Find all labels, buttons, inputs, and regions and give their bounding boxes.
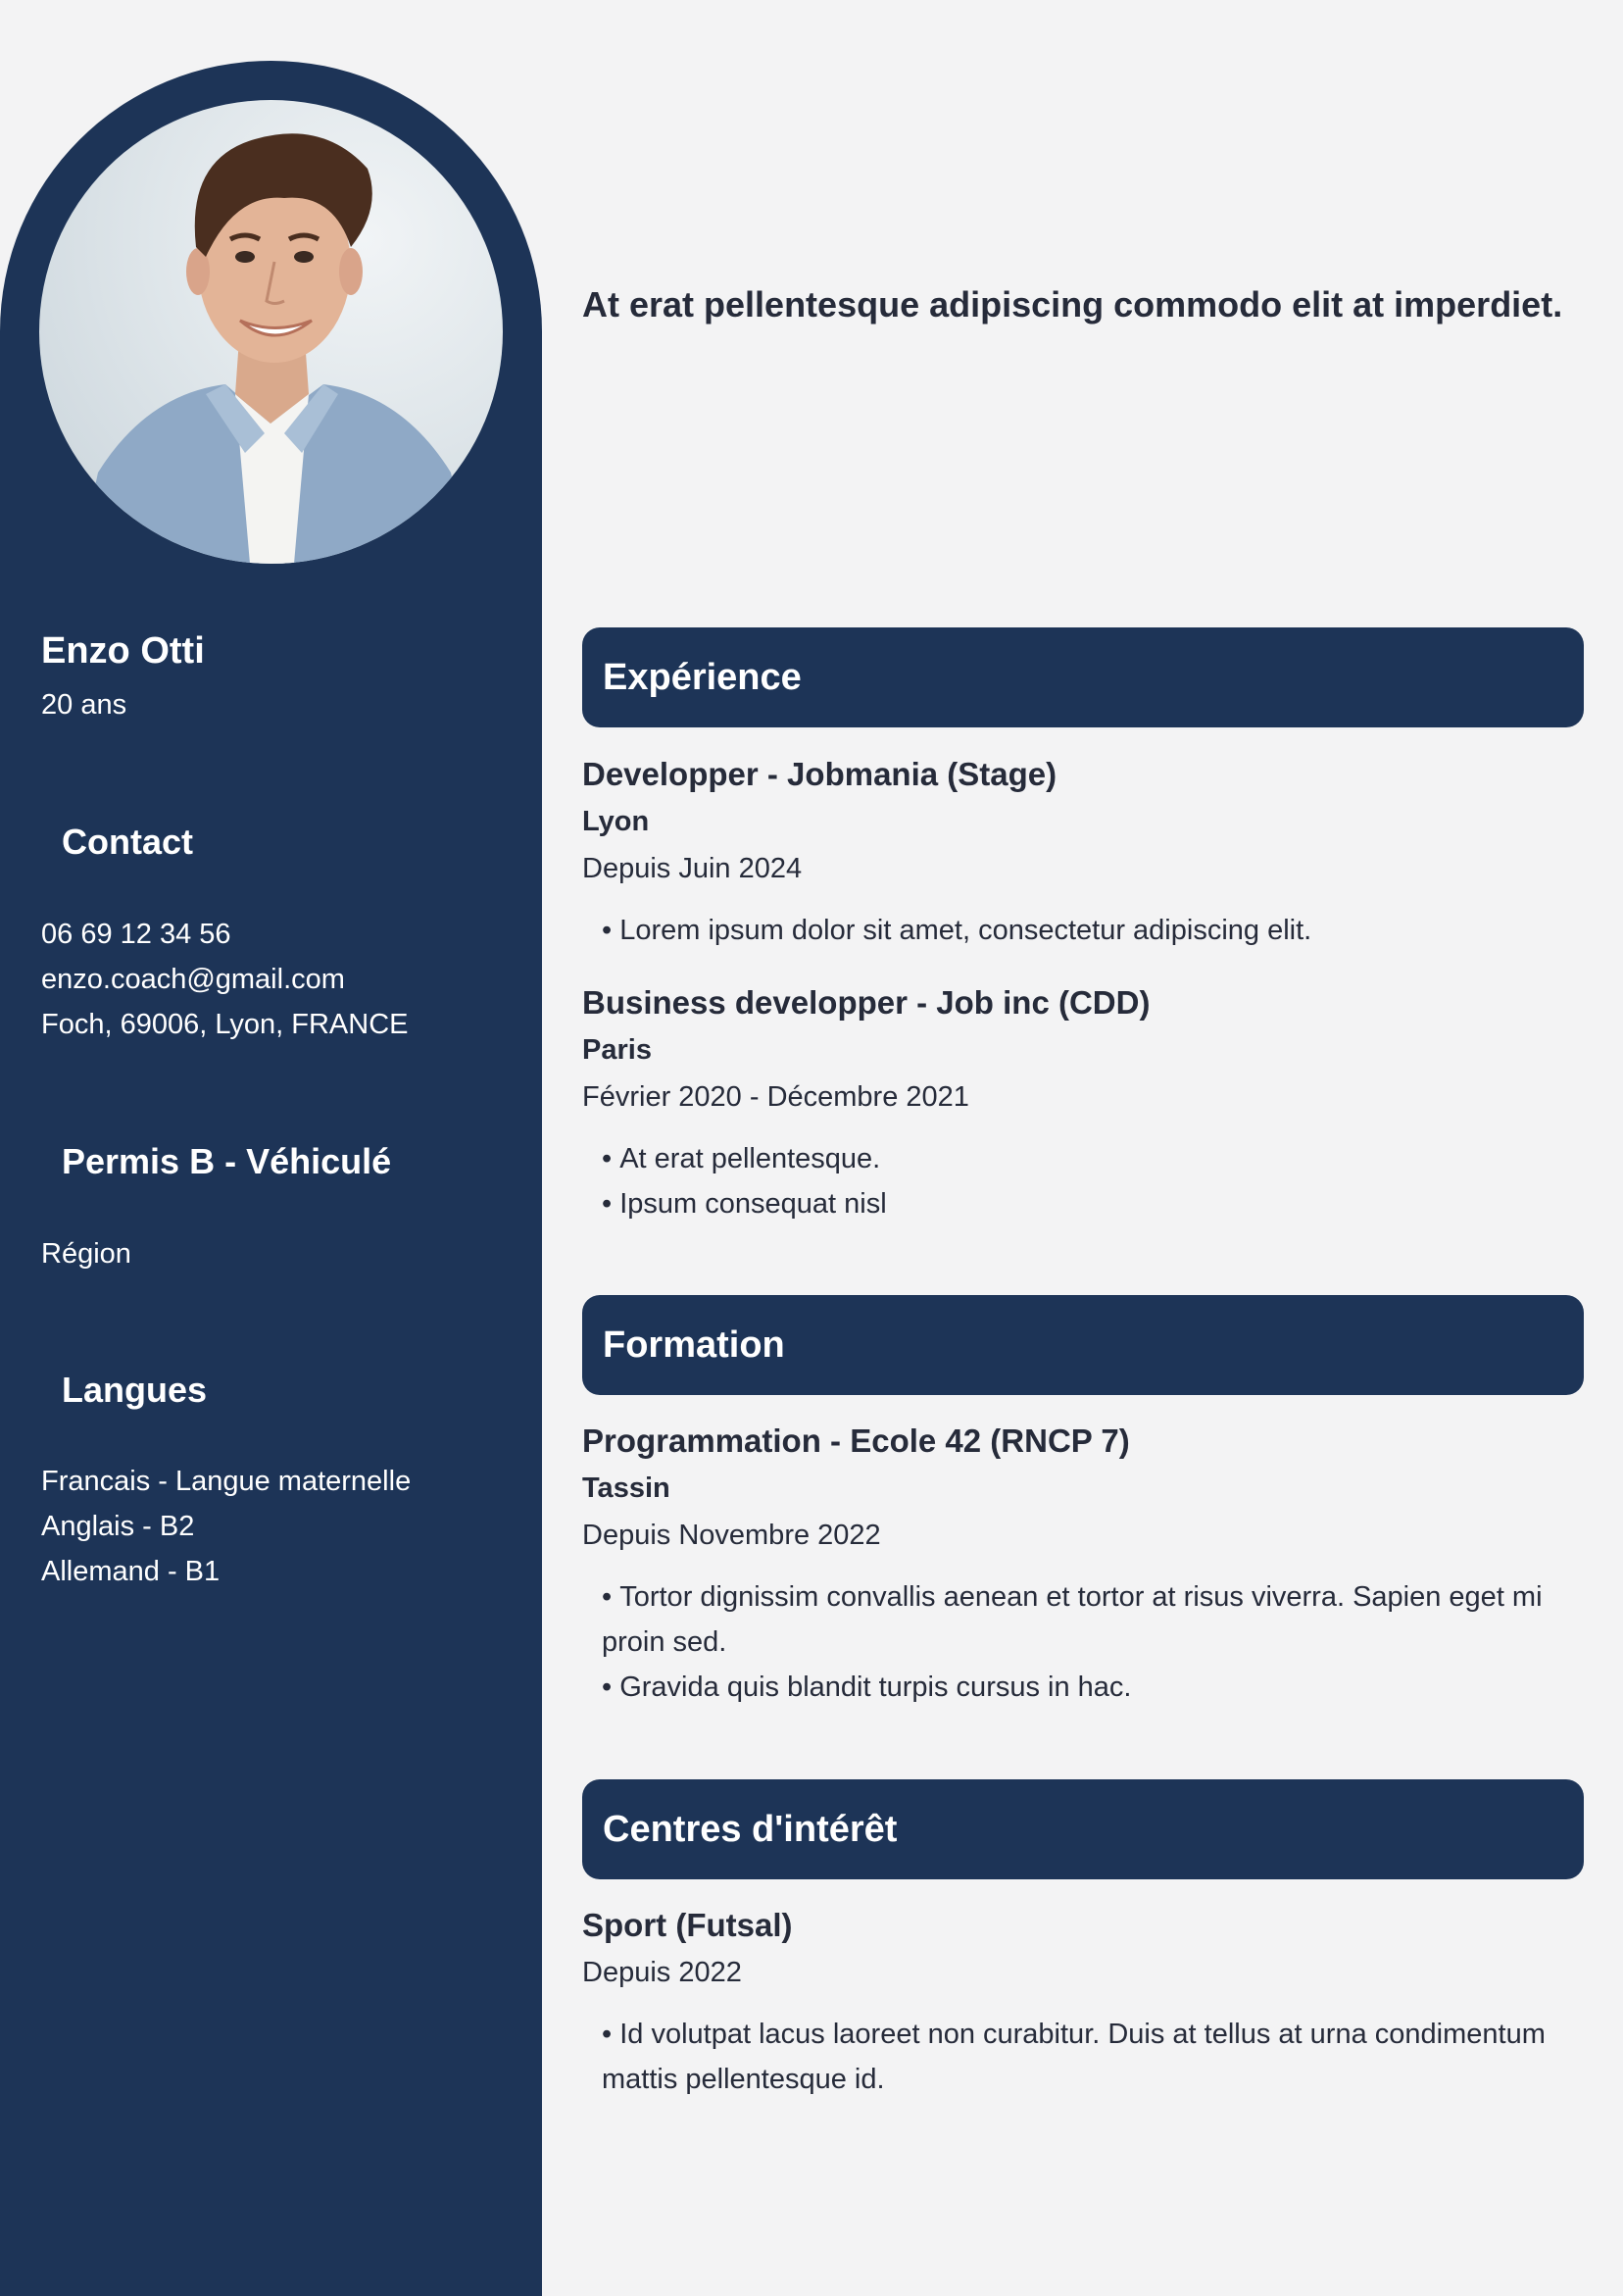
entry-date: Depuis Novembre 2022 xyxy=(582,1520,881,1551)
candidate-name: Enzo Otti xyxy=(41,630,205,672)
entry-date: Depuis Juin 2024 xyxy=(582,853,803,884)
experience-entry: Developper - Jobmania (Stage) Lyon Depui… xyxy=(582,751,1582,953)
bullet-item: Tortor dignissim convallis aenean et tor… xyxy=(602,1574,1582,1665)
interets-section-header: Centres d'intérêt xyxy=(582,1779,1584,1879)
entry-date: Février 2020 - Décembre 2021 xyxy=(582,1081,969,1113)
entry-title: Business developper - Job inc (CDD) xyxy=(582,984,1151,1021)
candidate-age: 20 ans xyxy=(41,689,127,721)
cv-page: Enzo Otti 20 ans Contact 06 69 12 34 56 … xyxy=(0,0,1623,2296)
langues-list: Francais - Langue maternelle Anglais - B… xyxy=(41,1459,411,1594)
profile-photo xyxy=(39,100,503,564)
entry-date: Depuis 2022 xyxy=(582,1957,742,1988)
bullet-item: Lorem ipsum dolor sit amet, consectetur … xyxy=(602,908,1582,953)
contact-email: enzo.coach@gmail.com xyxy=(41,964,345,995)
interet-entry: Sport (Futsal) Depuis 2022 Id volutpat l… xyxy=(582,1902,1582,2102)
experience-entry: Business developper - Job inc (CDD) Pari… xyxy=(582,979,1582,1226)
bullet-item: Gravida quis blandit turpis cursus in ha… xyxy=(602,1665,1582,1710)
entry-place: Paris xyxy=(582,1034,652,1066)
contact-heading: Contact xyxy=(62,822,193,862)
formation-entry: Programmation - Ecole 42 (RNCP 7) Tassin… xyxy=(582,1418,1582,1710)
langues-heading: Langues xyxy=(62,1370,208,1410)
bullet-item: Ipsum consequat nisl xyxy=(602,1181,1582,1226)
permis-list: Région xyxy=(41,1231,131,1276)
entry-title: Sport (Futsal) xyxy=(582,1907,793,1943)
contact-phone: 06 69 12 34 56 xyxy=(41,919,231,950)
bullet-item: At erat pellentesque. xyxy=(602,1136,1582,1181)
entry-bullets: Lorem ipsum dolor sit amet, consectetur … xyxy=(582,908,1582,953)
permis-item: Région xyxy=(41,1238,131,1270)
sidebar: Enzo Otti 20 ans Contact 06 69 12 34 56 … xyxy=(0,61,542,2296)
entry-place: Tassin xyxy=(582,1472,670,1504)
experience-section-header: Expérience xyxy=(582,627,1584,727)
entry-bullets: At erat pellentesque. Ipsum consequat ni… xyxy=(582,1136,1582,1226)
bullet-item: Id volutpat lacus laoreet non curabitur.… xyxy=(602,2012,1582,2102)
language-item: Anglais - B2 xyxy=(41,1511,195,1542)
formation-section-header: Formation xyxy=(582,1295,1584,1395)
entry-bullets: Tortor dignissim convallis aenean et tor… xyxy=(582,1574,1582,1710)
contact-address: Foch, 69006, Lyon, FRANCE xyxy=(41,1009,409,1040)
entry-place: Lyon xyxy=(582,806,650,837)
entry-title: Developper - Jobmania (Stage) xyxy=(582,756,1057,792)
entry-title: Programmation - Ecole 42 (RNCP 7) xyxy=(582,1423,1130,1459)
profile-summary: At erat pellentesque adipiscing commodo … xyxy=(582,284,1563,324)
permis-heading: Permis B - Véhiculé xyxy=(62,1141,392,1181)
language-item: Allemand - B1 xyxy=(41,1556,221,1587)
contact-list: 06 69 12 34 56 enzo.coach@gmail.com Foch… xyxy=(41,912,409,1047)
entry-bullets: Id volutpat lacus laoreet non curabitur.… xyxy=(582,2012,1582,2102)
language-item: Francais - Langue maternelle xyxy=(41,1466,412,1497)
